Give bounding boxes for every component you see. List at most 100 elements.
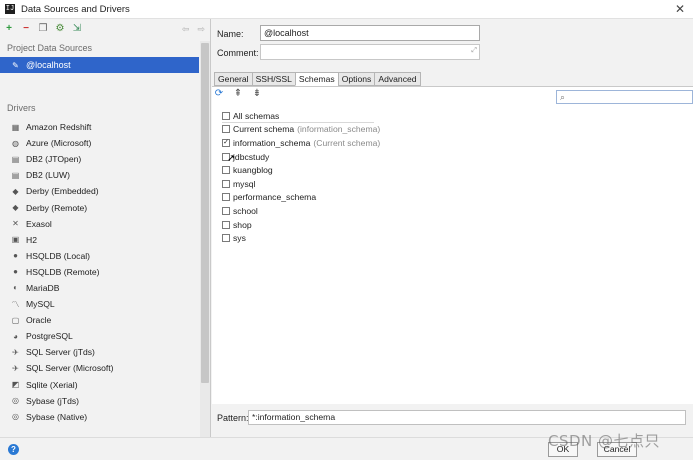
driver-label: Oracle [26, 315, 52, 326]
schema-item[interactable]: Current schema (information_schema) [222, 123, 380, 137]
back-arrow-icon[interactable]: ⇦ [182, 24, 190, 35]
schema-label: jdbcstudy [233, 151, 270, 162]
tab-schemas[interactable]: Schemas [294, 72, 338, 86]
driver-item[interactable]: ● HSQLDB (Remote) [0, 264, 199, 280]
driver-settings-icon[interactable]: ⚙ [55, 24, 65, 34]
derby-icon: ◆ [12, 203, 19, 213]
schema-item[interactable]: kuangblog [222, 163, 380, 177]
db2-icon: ▤ [11, 154, 20, 164]
mysql-icon: 〽 [11, 299, 20, 309]
add-icon[interactable]: + [4, 24, 14, 34]
search-icon: ⌕ [560, 92, 566, 102]
driver-item[interactable]: ▢ Oracle [0, 312, 199, 328]
schema-checkbox[interactable] [222, 206, 230, 215]
help-icon[interactable]: ? [8, 444, 19, 455]
import-icon[interactable]: ⇲ [72, 24, 82, 34]
driver-label: SQL Server (Microsoft) [26, 363, 114, 374]
driver-label: Sybase (jTds) [26, 395, 80, 406]
app-icon: IJ [5, 4, 15, 14]
pattern-field[interactable]: *:information_schema [248, 410, 686, 425]
collapse-all-icon[interactable]: ⇟ [252, 89, 262, 99]
tab-advanced[interactable]: Advanced [374, 72, 421, 86]
hsqldb-icon: ● [13, 251, 18, 261]
schema-item[interactable]: school [222, 204, 380, 218]
driver-item[interactable]: 〽 MySQL [0, 296, 199, 312]
watermark: CSDN @七点只 [548, 432, 661, 450]
data-source-localhost[interactable]: ✎ @localhost [0, 57, 199, 73]
driver-item[interactable]: ◆ Derby (Embedded) [0, 183, 199, 199]
driver-item[interactable]: ▦ Amazon Redshift [0, 119, 199, 135]
schema-item[interactable]: mysql [222, 177, 380, 191]
mariadb-icon: ◐ [13, 283, 18, 293]
sqlserver-icon: ✈ [12, 347, 19, 357]
sybase-icon: ◎ [12, 396, 19, 406]
divider [222, 122, 374, 123]
schema-checkbox[interactable] [222, 234, 230, 243]
close-icon[interactable]: ✕ [675, 2, 685, 16]
mysql-icon: ✎ [12, 60, 19, 70]
driver-item[interactable]: ● HSQLDB (Local) [0, 248, 199, 264]
driver-item[interactable]: ◍ Azure (Microsoft) [0, 135, 199, 151]
tab-options[interactable]: Options [337, 72, 375, 86]
schema-label: sys [233, 233, 246, 244]
driver-item[interactable]: ▤ DB2 (JTOpen) [0, 151, 199, 167]
driver-item[interactable]: ◐ MariaDB [0, 280, 199, 296]
title-bar: IJ Data Sources and Drivers ✕ [0, 0, 693, 19]
driver-item[interactable]: ✈ SQL Server (jTds) [0, 344, 199, 360]
schema-checkbox[interactable]: ✓ [222, 138, 230, 147]
driver-item[interactable]: ◎ Sybase (jTds) [0, 393, 199, 409]
driver-item[interactable]: ▤ DB2 (LUW) [0, 167, 199, 183]
comment-label: Comment: [217, 48, 259, 58]
schema-item[interactable]: performance_schema [222, 191, 380, 205]
driver-label: PostgreSQL [26, 331, 73, 342]
schema-checkbox[interactable] [222, 166, 230, 175]
sqlite-icon: ◩ [11, 380, 20, 390]
driver-label: HSQLDB (Local) [26, 250, 90, 261]
schema-item[interactable]: All schemas [222, 109, 380, 123]
tab-ssh-ssl[interactable]: SSH/SSL [251, 72, 295, 86]
comment-field[interactable]: ⤢ [260, 44, 480, 60]
driver-item[interactable]: ✈ SQL Server (Microsoft) [0, 360, 199, 376]
driver-label: Sqlite (Xerial) [26, 379, 78, 390]
driver-item[interactable]: ◎ Sybase (Native) [0, 409, 199, 425]
left-scrollbar-thumb[interactable] [201, 43, 209, 383]
name-field[interactable]: @localhost [260, 25, 480, 41]
schema-item[interactable]: sys [222, 231, 380, 245]
schema-label: information_schema [233, 137, 311, 148]
schema-checkbox[interactable] [222, 193, 230, 202]
redshift-icon: ▦ [11, 122, 20, 132]
driver-item[interactable]: ▣ H2 [0, 232, 199, 248]
expand-icon[interactable]: ⤢ [471, 47, 477, 55]
expand-all-icon[interactable]: ⇞ [233, 89, 243, 99]
refresh-icon[interactable]: ⟳ [214, 89, 224, 99]
schema-checkbox[interactable] [222, 125, 230, 134]
schema-checkbox[interactable] [222, 220, 230, 229]
oracle-icon: ▢ [11, 315, 20, 325]
duplicate-icon[interactable]: ❐ [38, 24, 48, 34]
schema-item[interactable]: shop [222, 218, 380, 232]
driver-label: HSQLDB (Remote) [26, 266, 100, 277]
driver-item[interactable]: ✕ Exasol [0, 216, 199, 232]
schema-checkbox[interactable] [222, 179, 230, 188]
driver-item[interactable]: ◩ Sqlite (Xerial) [0, 377, 199, 393]
schema-item[interactable]: ✓ information_schema (Current schema) [222, 136, 380, 150]
schemas-panel: ⟳ ⇞ ⇟ ⌕ All schemas Current schema (inform… [212, 86, 693, 404]
derby-icon: ◆ [12, 186, 19, 196]
remove-icon[interactable]: − [21, 24, 31, 34]
schema-search-input[interactable]: ⌕ [556, 90, 693, 104]
tab-general[interactable]: General [214, 72, 252, 86]
driver-label: Amazon Redshift [26, 122, 92, 133]
schema-list: All schemas Current schema (information_sc… [222, 109, 380, 245]
schema-hint: (Current schema) [313, 137, 381, 148]
driver-label: Azure (Microsoft) [26, 138, 92, 149]
forward-arrow-icon[interactable]: ⇨ [197, 24, 205, 35]
schema-label: performance_schema [233, 192, 317, 203]
driver-item[interactable]: ◕ PostgreSQL [0, 328, 199, 344]
exasol-icon: ✕ [12, 219, 19, 229]
schema-item[interactable]: jdbcstudy [222, 150, 380, 164]
azure-icon: ◍ [12, 138, 19, 148]
driver-item[interactable]: ◆ Derby (Remote) [0, 199, 199, 215]
schema-checkbox[interactable] [222, 111, 230, 120]
postgresql-icon: ◕ [13, 331, 18, 341]
driver-label: DB2 (LUW) [26, 170, 70, 181]
